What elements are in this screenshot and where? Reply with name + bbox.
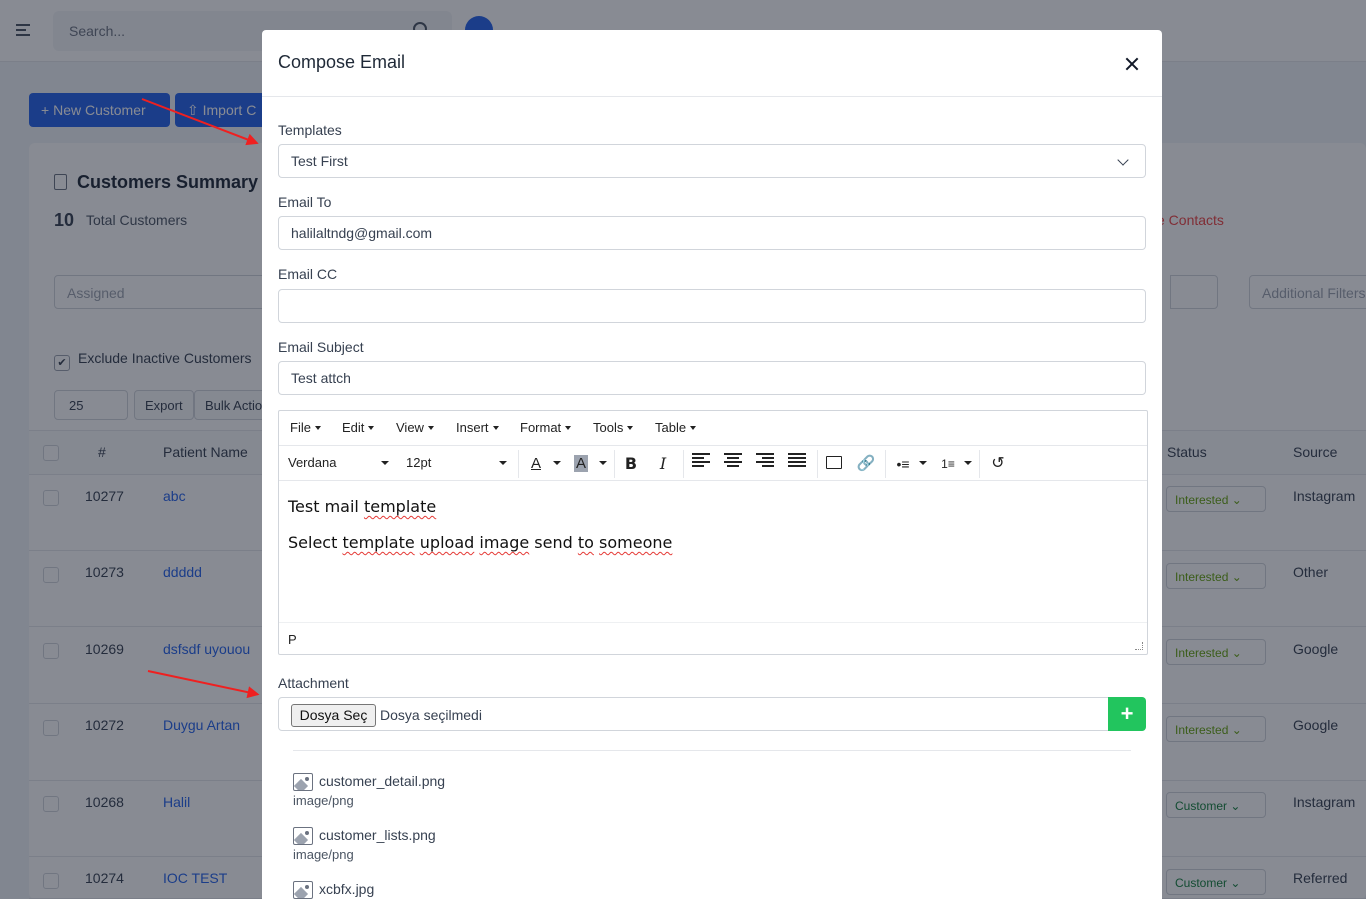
body-line2-text: Select xyxy=(288,533,343,552)
modal-header: Compose Email xyxy=(262,30,1162,97)
templates-label: Templates xyxy=(278,122,342,138)
menu-view[interactable]: View xyxy=(396,420,434,435)
editor-content[interactable]: Test mail template Select template uploa… xyxy=(288,497,672,569)
compose-email-modal: Compose Email Templates Test First Email… xyxy=(262,30,1162,899)
attachment-type: image/png xyxy=(293,793,354,808)
templates-select[interactable]: Test First xyxy=(278,144,1146,178)
font-size-caret-icon xyxy=(499,461,507,465)
italic-icon[interactable]: I xyxy=(651,452,675,476)
highlight-color-icon[interactable]: A xyxy=(569,452,593,476)
no-file-text: Dosya seçilmedi xyxy=(380,707,482,723)
email-cc-input[interactable] xyxy=(278,289,1146,323)
email-subject-value: Test attch xyxy=(291,370,351,386)
editor-paragraph: Test mail template xyxy=(288,497,672,516)
image-file-icon xyxy=(293,773,313,791)
menu-insert[interactable]: Insert xyxy=(456,420,499,435)
editor-statusbar: P xyxy=(279,622,1147,654)
divider xyxy=(293,750,1131,751)
align-center-icon[interactable] xyxy=(724,453,742,467)
body-line2-misspelled: upload xyxy=(419,533,475,552)
highlight-color-caret-icon[interactable] xyxy=(599,461,607,465)
email-to-value: halilaltndg@gmail.com xyxy=(291,225,433,241)
body-line1-text: Test mail xyxy=(288,497,364,516)
file-input[interactable]: Dosya Seç Dosya seçilmedi xyxy=(278,697,1110,731)
insert-link-icon[interactable]: 🔗 xyxy=(854,452,878,476)
email-subject-input[interactable]: Test attch xyxy=(278,361,1146,395)
attachment-name: customer_detail.png xyxy=(319,773,446,789)
element-path[interactable]: P xyxy=(288,632,297,647)
insert-image-icon[interactable] xyxy=(822,452,846,476)
editor-toolbar: Verdana 12pt A A B I 🔗 •≡ 1≡ ↺ xyxy=(279,445,1147,481)
menu-format[interactable]: Format xyxy=(520,420,571,435)
menu-file[interactable]: File xyxy=(290,420,321,435)
attachment-row: Dosya Seç Dosya seçilmedi + xyxy=(278,697,1146,731)
resize-handle-icon[interactable] xyxy=(1135,642,1143,650)
align-right-icon[interactable] xyxy=(756,453,774,467)
bullet-list-caret-icon[interactable] xyxy=(919,461,927,465)
menu-edit[interactable]: Edit xyxy=(342,420,374,435)
chevron-down-icon xyxy=(1117,154,1129,166)
image-file-icon xyxy=(293,881,313,899)
bold-icon[interactable]: B xyxy=(619,452,643,476)
add-attachment-button[interactable]: + xyxy=(1108,697,1146,731)
font-size-value: 12pt xyxy=(406,455,432,470)
text-color-icon[interactable]: A xyxy=(524,452,548,476)
attachment-type: image/png xyxy=(293,847,354,862)
menu-table[interactable]: Table xyxy=(655,420,696,435)
attachment-name: xcbfx.jpg xyxy=(319,881,375,897)
align-left-icon[interactable] xyxy=(692,453,710,467)
body-line1-misspelled: template xyxy=(363,497,437,516)
attachment-name: customer_lists.png xyxy=(319,827,436,843)
email-cc-label: Email CC xyxy=(278,266,338,282)
image-file-icon xyxy=(293,827,313,845)
numbered-list-icon[interactable]: 1≡ xyxy=(936,452,960,476)
templates-value: Test First xyxy=(291,153,348,169)
editor-paragraph: Select template upload image send to som… xyxy=(288,533,672,552)
modal-title: Compose Email xyxy=(278,52,406,72)
history-icon[interactable]: ↺ xyxy=(986,452,1010,476)
font-family-caret-icon xyxy=(381,461,389,465)
rich-text-editor: File Edit View Insert Format Tools Table… xyxy=(278,410,1148,655)
email-to-input[interactable]: halilaltndg@gmail.com xyxy=(278,216,1146,250)
body-line2-text: send xyxy=(529,533,578,552)
menu-tools[interactable]: Tools xyxy=(593,420,633,435)
numbered-list-caret-icon[interactable] xyxy=(964,461,972,465)
body-line2-misspelled: someone xyxy=(599,533,673,552)
email-to-label: Email To xyxy=(278,194,332,210)
text-color-caret-icon[interactable] xyxy=(553,461,561,465)
body-line2-misspelled: image xyxy=(479,533,530,552)
body-line2-misspelled: to xyxy=(577,533,594,552)
align-justify-icon[interactable] xyxy=(788,453,806,467)
close-icon[interactable] xyxy=(1120,52,1144,76)
editor-menubar: File Edit View Insert Format Tools Table xyxy=(279,411,1147,445)
bullet-list-icon[interactable]: •≡ xyxy=(891,452,915,476)
email-subject-label: Email Subject xyxy=(278,339,364,355)
font-family-value: Verdana xyxy=(288,455,337,470)
attachment-label: Attachment xyxy=(278,675,349,691)
choose-file-button[interactable]: Dosya Seç xyxy=(291,704,376,727)
body-line2-misspelled: template xyxy=(342,533,415,552)
